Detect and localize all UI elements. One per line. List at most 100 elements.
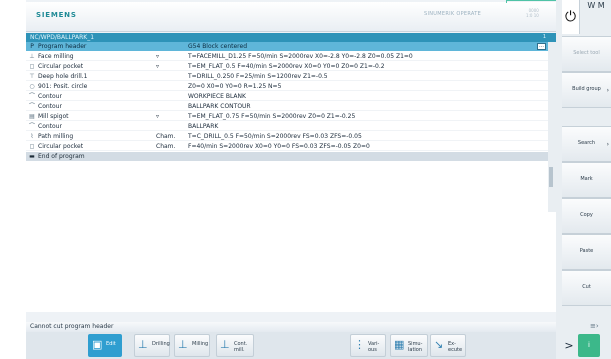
expand-icon[interactable]: ≡› (590, 322, 599, 330)
next-softkeys-button[interactable]: > (562, 332, 576, 359)
program-row[interactable]: ⌇ Path milling Cham. T=C_DRILL_0.5 F=50/min… (26, 132, 548, 141)
row-name: Path milling (38, 133, 74, 140)
contour-icon: ⌒ (28, 93, 35, 100)
softkey-contour-milling[interactable]: ⊥ Cont. mill. (216, 334, 254, 357)
softkey-label: Search (577, 140, 596, 146)
program-row[interactable]: ◻ Circular pocket Cham. F=40/min S=2000rev … (26, 142, 548, 151)
program-header-icon: P (30, 43, 34, 50)
program-row[interactable]: ⊥ Face milling ▿ T=FACEMILL_D1.25 F=50/min … (26, 52, 548, 61)
softkey-paste[interactable]: Paste (562, 234, 611, 270)
program-scrollbar-thumb[interactable] (549, 167, 553, 187)
horizontal-softkey-bar: ▣ Edit ⊥ Drilling ⊥ Milling ⊥ Cont. mill. ⋮ Vari-… (26, 332, 556, 359)
row-name: Circular pocket (38, 143, 84, 150)
contour-milling-icon: ⊥ (220, 338, 230, 351)
row-name: Deep hole drill.1 (38, 73, 88, 80)
program-path: NC/WPD/BALLPARK_1 (30, 34, 95, 41)
row-params: T=FACEMILL_D1.25 F=50/min S=2000rev X0=-… (188, 53, 413, 60)
edit-icon: ▣ (92, 338, 103, 351)
softkey-label: Milling (192, 341, 209, 347)
softkey-label: Build group (572, 86, 601, 92)
softkey-label: Cont. mill. (234, 341, 248, 353)
power-icon[interactable]: ⏻ (562, 0, 580, 34)
row-params: BALLPARK CONTOUR (188, 103, 251, 110)
program-empty-area (26, 212, 556, 312)
mode-button[interactable]: i (578, 334, 600, 357)
row-name: 901: Posit. circle (38, 83, 88, 90)
deep-hole-drill-icon: ⊤ (29, 73, 35, 80)
row-params: T=EM_FLAT_0.5 F=40/min S=2000rev X0=0 Y0… (188, 63, 385, 70)
softkey-edit[interactable]: ▣ Edit (88, 334, 122, 357)
circular-pocket-icon: ◻ (29, 63, 35, 70)
softkey-mark[interactable]: Mark (562, 162, 611, 198)
softkey-execute[interactable]: ↘ Ex- ecute (430, 334, 466, 357)
row-params: BALLPARK (188, 123, 219, 130)
end-of-program-icon: ▬ (29, 153, 35, 160)
header-title: SINUMERIK OPERATE (424, 11, 482, 17)
row-name: Face milling (38, 53, 74, 60)
program-row[interactable]: ⌒ Contour BALLPARK (26, 122, 548, 131)
header-mini-info: 0000 1:0 10 (526, 8, 539, 18)
program-row[interactable]: ◻ Circular pocket ▿ T=EM_FLAT_0.5 F=40/min … (26, 62, 548, 71)
program-row[interactable]: ▤ Mill spigot ▿ T=EM_FLAT_0.75 F=50/min S=2… (26, 112, 548, 121)
row-name: Circular pocket (38, 63, 84, 70)
row-mode: ▿ (156, 63, 160, 70)
machine-area-icon[interactable]: W M (582, 2, 610, 30)
brand-logo: SIEMENS (36, 11, 77, 19)
program-row[interactable]: P Program header G54 Block centered… (26, 42, 548, 51)
row-mode: ▿ (156, 113, 160, 120)
row-params: T=DRILL_0.250 F=25/min S=1200rev Z1=-0.5 (188, 73, 328, 80)
softkey-search[interactable]: Search › (562, 126, 611, 162)
mill-spigot-icon: ▤ (29, 113, 35, 120)
contour-icon: ⌒ (28, 103, 35, 110)
drilling-icon: ⊥ (138, 338, 148, 351)
contour-icon: ⌒ (28, 123, 35, 130)
row-params: WORKPIECE BLANK (188, 93, 246, 100)
program-row[interactable]: ⌒ Contour BALLPARK CONTOUR (26, 102, 548, 111)
row-name: Contour (38, 93, 62, 100)
simulation-icon: ▦ (394, 338, 405, 351)
more-button[interactable]: … (537, 43, 546, 50)
header-mini-line-2: 1:0 10 (526, 13, 539, 18)
chevron-right-icon: › (606, 141, 609, 148)
program-row[interactable]: ⌒ Contour WORKPIECE BLANK (26, 92, 548, 101)
softkey-label: Simu- lation (408, 341, 423, 353)
row-name: Program header (38, 43, 87, 50)
row-name: Contour (38, 103, 62, 110)
program-row[interactable]: ○ 901: Posit. circle Z0=0 X0=0 Y0=0 R=1.25… (26, 82, 548, 91)
softkey-build-group[interactable]: Build group › (562, 72, 611, 108)
path-milling-icon: ⌇ (30, 133, 34, 140)
program-scrollbar[interactable] (548, 42, 556, 212)
softkey-milling[interactable]: ⊥ Milling (174, 334, 210, 357)
machine-area-label: W M (587, 1, 605, 10)
softkey-label: Select tool (573, 50, 600, 56)
row-params: F=40/min S=2000rev X0=0 Y0=0 FS=0.03 ZFS… (188, 143, 370, 150)
row-mode: Cham. (156, 143, 176, 150)
softkey-drilling[interactable]: ⊥ Drilling (134, 334, 170, 357)
status-line: Cannot cut program header (26, 322, 556, 332)
row-name: End of program (38, 153, 85, 160)
execute-icon: ↘ (434, 338, 444, 351)
row-params: T=C_DRILL_0.5 F=50/min S=2000rev FS=0.03… (188, 133, 362, 140)
program-row[interactable]: ⊤ Deep hole drill.1 T=DRILL_0.250 F=25/min… (26, 72, 548, 81)
program-row[interactable]: ▬ End of program (26, 152, 548, 161)
various-icon: ⋮ (354, 338, 365, 351)
softkey-copy[interactable]: Copy (562, 198, 611, 234)
status-message: Cannot cut program header (30, 323, 114, 330)
softkey-various[interactable]: ⋮ Vari- ous (350, 334, 386, 357)
row-mode: ▿ (156, 53, 160, 60)
path-bar-number: 1 (542, 34, 546, 40)
row-params: Z0=0 X0=0 Y0=0 R=1.25 N=5 (188, 83, 282, 90)
softkey-label: Vari- ous (368, 341, 380, 353)
left-margin (0, 0, 26, 359)
circular-pocket-icon: ◻ (29, 143, 35, 150)
softkey-simulation[interactable]: ▦ Simu- lation (390, 334, 428, 357)
softkey-label: Paste (579, 248, 594, 254)
softkey-cut[interactable]: Cut (562, 270, 611, 306)
softkey-select-tool[interactable]: Select tool (562, 36, 611, 72)
screen: SIEMENS SINUMERIK OPERATE 0000 1:0 10 NC… (0, 0, 611, 359)
posit-circle-icon: ○ (29, 83, 35, 90)
row-name: Contour (38, 123, 62, 130)
milling-icon: ⊥ (178, 338, 188, 351)
program-list[interactable]: P Program header G54 Block centered … ⊥ Face … (26, 42, 556, 212)
program-path-bar: NC/WPD/BALLPARK_1 1 (26, 33, 556, 42)
